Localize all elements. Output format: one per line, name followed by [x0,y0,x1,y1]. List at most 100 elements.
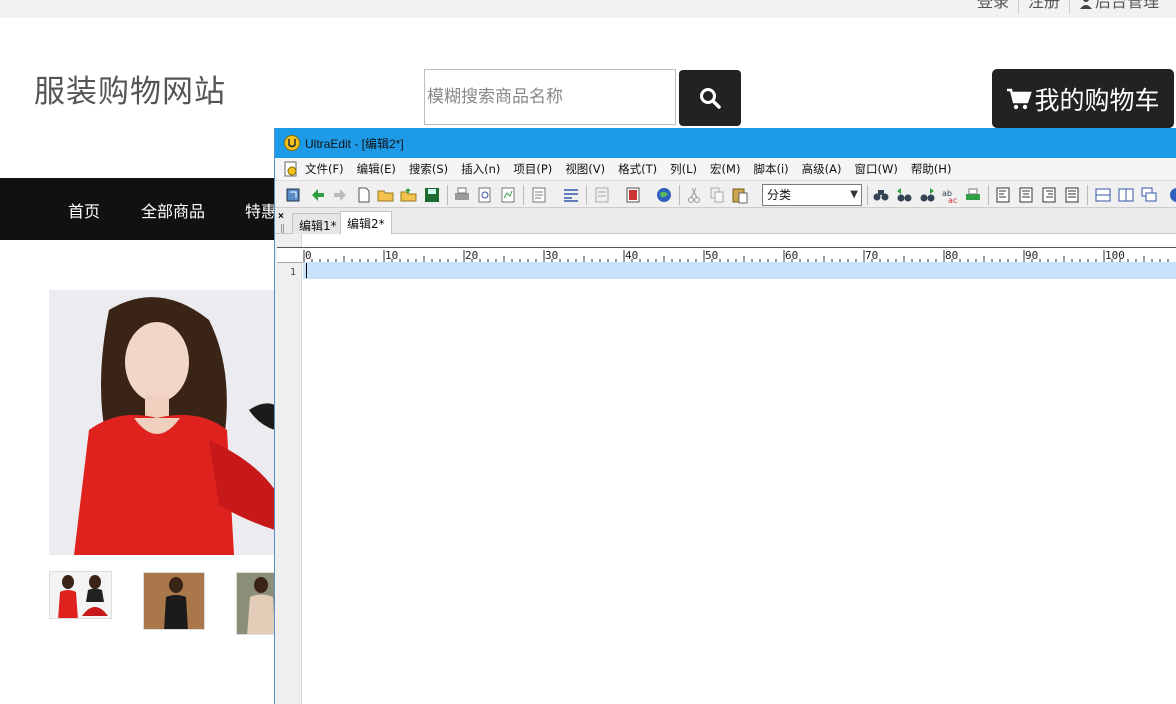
nav-all-products[interactable]: 全部商品 [141,198,205,222]
align-left-icon[interactable] [994,186,1012,204]
menu-edit[interactable]: 编辑(E) [357,161,396,177]
menu-insert[interactable]: 插入(n) [461,161,500,177]
window-title: UltraEdit - [编辑2*] [305,136,404,151]
menu-column[interactable]: 列(L) [670,161,697,177]
find-icon[interactable] [872,186,890,204]
toolbar-separator [679,185,680,205]
menu-project[interactable]: 项目(P) [513,161,552,177]
search-input[interactable] [424,69,676,125]
find-next-icon[interactable] [895,186,913,204]
line-number-gutter [275,234,302,704]
toolbar-separator [1087,185,1088,205]
ruler-label: 80 [945,249,958,262]
toolbar: 分类 ▼ ab ac [275,180,1176,208]
document-icon[interactable] [283,161,299,177]
ruler-label: 10 [385,249,398,262]
help-globe-icon[interactable] [1168,186,1176,204]
word-wrap-icon[interactable] [562,186,580,204]
split-horizontal-icon[interactable] [1094,186,1112,204]
editor-area[interactable]: 0 10 20 30 40 50 60 70 80 90 100 1 [275,234,1176,704]
window-titlebar[interactable]: UltraEdit - [编辑2*] [275,128,1176,158]
toolbar-separator [867,185,868,205]
product-main-image [49,290,275,555]
save-icon[interactable] [423,186,441,204]
nav-specials[interactable]: 特惠 [245,198,277,222]
menu-search[interactable]: 搜索(S) [409,161,448,177]
toolbar-separator [586,185,587,205]
spreadsheet-icon[interactable] [499,186,517,204]
search-icon [700,88,721,109]
justify-icon[interactable] [1063,186,1081,204]
menu-file[interactable]: 文件(F) [305,161,344,177]
cart-icon [1007,88,1033,109]
paste-icon[interactable] [731,186,749,204]
tab-edit1[interactable]: 编辑1* [292,213,344,234]
menu-script[interactable]: 脚本(i) [753,161,788,177]
ruler-label: 60 [785,249,798,262]
copy-icon[interactable] [708,186,726,204]
product-thumbnail[interactable] [49,571,112,619]
ultraedit-window: UltraEdit - [编辑2*] 文件(F) 编辑(E) 搜索(S) 插入(… [274,128,1176,704]
ruler-label: 30 [545,249,558,262]
document-properties-icon[interactable] [530,186,548,204]
split-vertical-icon[interactable] [1117,186,1135,204]
ruler-label: 40 [625,249,638,262]
print-icon[interactable] [453,186,471,204]
close-tab-icon[interactable]: × [278,212,288,222]
login-link[interactable]: 登录 [968,0,1018,14]
toolbar-separator [447,185,448,205]
category-select[interactable]: 分类 ▼ [762,184,862,206]
replace-icon[interactable]: abac [941,186,959,204]
ruler-label: 90 [1025,249,1038,262]
ruler-label: 20 [465,249,478,262]
hex-mode-icon[interactable] [593,186,611,204]
register-link[interactable]: 注册 [1017,0,1069,14]
toolbar-separator [523,185,524,205]
menu-advanced[interactable]: 高级(A) [802,161,842,177]
current-line-highlight [303,262,1176,279]
browser-globe-icon[interactable] [655,186,673,204]
back-arrow-icon[interactable] [309,186,327,204]
cascade-windows-icon[interactable] [1140,186,1158,204]
site-title: 服装购物网站 [34,74,226,110]
column-ruler: 0 10 20 30 40 50 60 70 80 90 100 [277,247,1176,263]
menu-help[interactable]: 帮助(H) [911,161,952,177]
toolbar-separator [988,185,989,205]
open-recent-icon[interactable] [400,186,418,204]
find-in-files-icon[interactable] [964,186,982,204]
align-center-icon[interactable] [1017,186,1035,204]
category-select-value: 分类 [767,188,792,202]
nav-home[interactable]: 首页 [68,198,100,222]
align-right-icon[interactable] [1040,186,1058,204]
menu-window[interactable]: 窗口(W) [854,161,897,177]
admin-link[interactable]: 后台管理 [1068,0,1168,14]
product-thumbnail[interactable] [143,572,205,630]
top-links: 登录 注册 后台管理 [968,0,1168,14]
document-tab-bar: × 编辑1* 编辑2* [275,208,1176,235]
product-thumbnail[interactable] [236,572,276,635]
open-folder-icon[interactable] [377,186,395,204]
svg-text:ac: ac [948,196,957,204]
find-prev-icon[interactable] [918,186,936,204]
menu-macro[interactable]: 宏(M) [710,161,740,177]
ultraedit-app-icon [284,135,300,151]
close-file-icon[interactable] [285,186,303,204]
chevron-down-icon: ▼ [850,189,858,200]
line-number: 1 [290,267,297,278]
ruler-label: 0 [305,249,312,262]
cart-label: 我的购物车 [1034,85,1160,115]
menu-view[interactable]: 视图(V) [565,161,605,177]
admin-link-label: 后台管理 [1094,0,1159,11]
drag-handle-icon[interactable] [281,224,284,233]
ruler-label: 50 [705,249,718,262]
file-list-icon[interactable] [624,186,642,204]
tab-edit2[interactable]: 编辑2* [340,211,392,235]
cut-icon[interactable] [685,186,703,204]
menu-bar: 文件(F) 编辑(E) 搜索(S) 插入(n) 项目(P) 视图(V) 格式(T… [275,158,1176,180]
search-button[interactable] [679,70,741,126]
cart-button[interactable]: 我的购物车 [992,69,1174,128]
menu-format[interactable]: 格式(T) [618,161,657,177]
new-file-icon[interactable] [355,186,373,204]
forward-arrow-icon[interactable] [331,186,349,204]
print-preview-icon[interactable] [476,186,494,204]
